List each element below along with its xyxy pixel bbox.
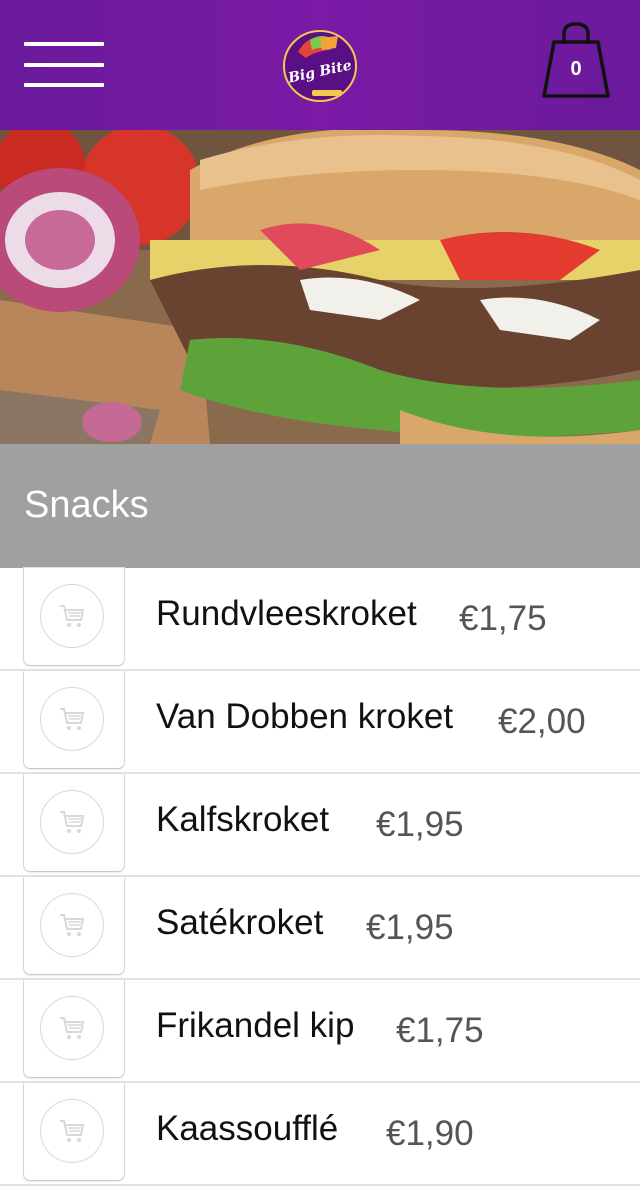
product-row: Van Dobben kroket €2,00	[0, 671, 640, 774]
hamburger-icon-line	[24, 42, 104, 46]
app-header: Big Bite 0	[0, 0, 640, 130]
add-to-cart-circle	[40, 790, 104, 854]
cart-icon	[60, 1017, 85, 1039]
add-to-cart-circle	[40, 893, 104, 957]
cart-bag-button[interactable]: 0	[540, 20, 612, 100]
add-to-cart-button[interactable]	[24, 671, 124, 768]
add-to-cart-button[interactable]	[24, 877, 124, 974]
add-to-cart-button[interactable]	[24, 1083, 124, 1180]
hamburger-menu-button[interactable]	[24, 42, 104, 88]
product-row: Satékroket €1,95	[0, 877, 640, 980]
doner-sandwich-photo	[0, 130, 640, 444]
product-name: Kalfskroket	[156, 800, 330, 839]
category-title: Snacks	[24, 484, 149, 526]
product-name: Van Dobben kroket	[156, 697, 454, 736]
product-row: Kalfskroket €1,95	[0, 774, 640, 877]
product-name: Frikandel kip	[156, 1006, 355, 1045]
product-name: Rundvleeskroket	[156, 594, 417, 633]
cart-icon	[60, 605, 85, 627]
product-name: Kaassoufflé	[156, 1109, 339, 1148]
add-to-cart-button[interactable]	[24, 774, 124, 871]
product-row: Frikandel kip €1,75	[0, 980, 640, 1083]
add-to-cart-circle	[40, 1099, 104, 1163]
big-bite-logo[interactable]: Big Bite	[276, 26, 364, 104]
cart-icon	[60, 811, 85, 833]
product-list: Rundvleeskroket €1,75 Van Dobben kroket …	[0, 568, 640, 1186]
cart-icon	[60, 708, 85, 730]
product-row: Kaassoufflé €1,90	[0, 1083, 640, 1186]
hamburger-icon-line	[24, 63, 104, 67]
add-to-cart-circle	[40, 996, 104, 1060]
add-to-cart-circle	[40, 687, 104, 751]
product-price: €1,75	[459, 599, 547, 638]
hero-food-image	[0, 130, 640, 444]
cart-count: 0	[570, 58, 582, 80]
product-row: Rundvleeskroket €1,75	[0, 568, 640, 671]
product-price: €1,95	[376, 805, 464, 844]
product-price: €2,00	[498, 702, 586, 741]
product-name: Satékroket	[156, 903, 324, 942]
add-to-cart-button[interactable]	[24, 980, 124, 1077]
product-price: €1,95	[366, 908, 454, 947]
add-to-cart-button[interactable]	[24, 568, 124, 665]
cart-icon	[60, 1120, 85, 1142]
product-price: €1,75	[396, 1011, 484, 1050]
cart-icon	[60, 914, 85, 936]
hamburger-icon-line	[24, 83, 104, 87]
product-price: €1,90	[386, 1114, 474, 1153]
add-to-cart-circle	[40, 584, 104, 648]
